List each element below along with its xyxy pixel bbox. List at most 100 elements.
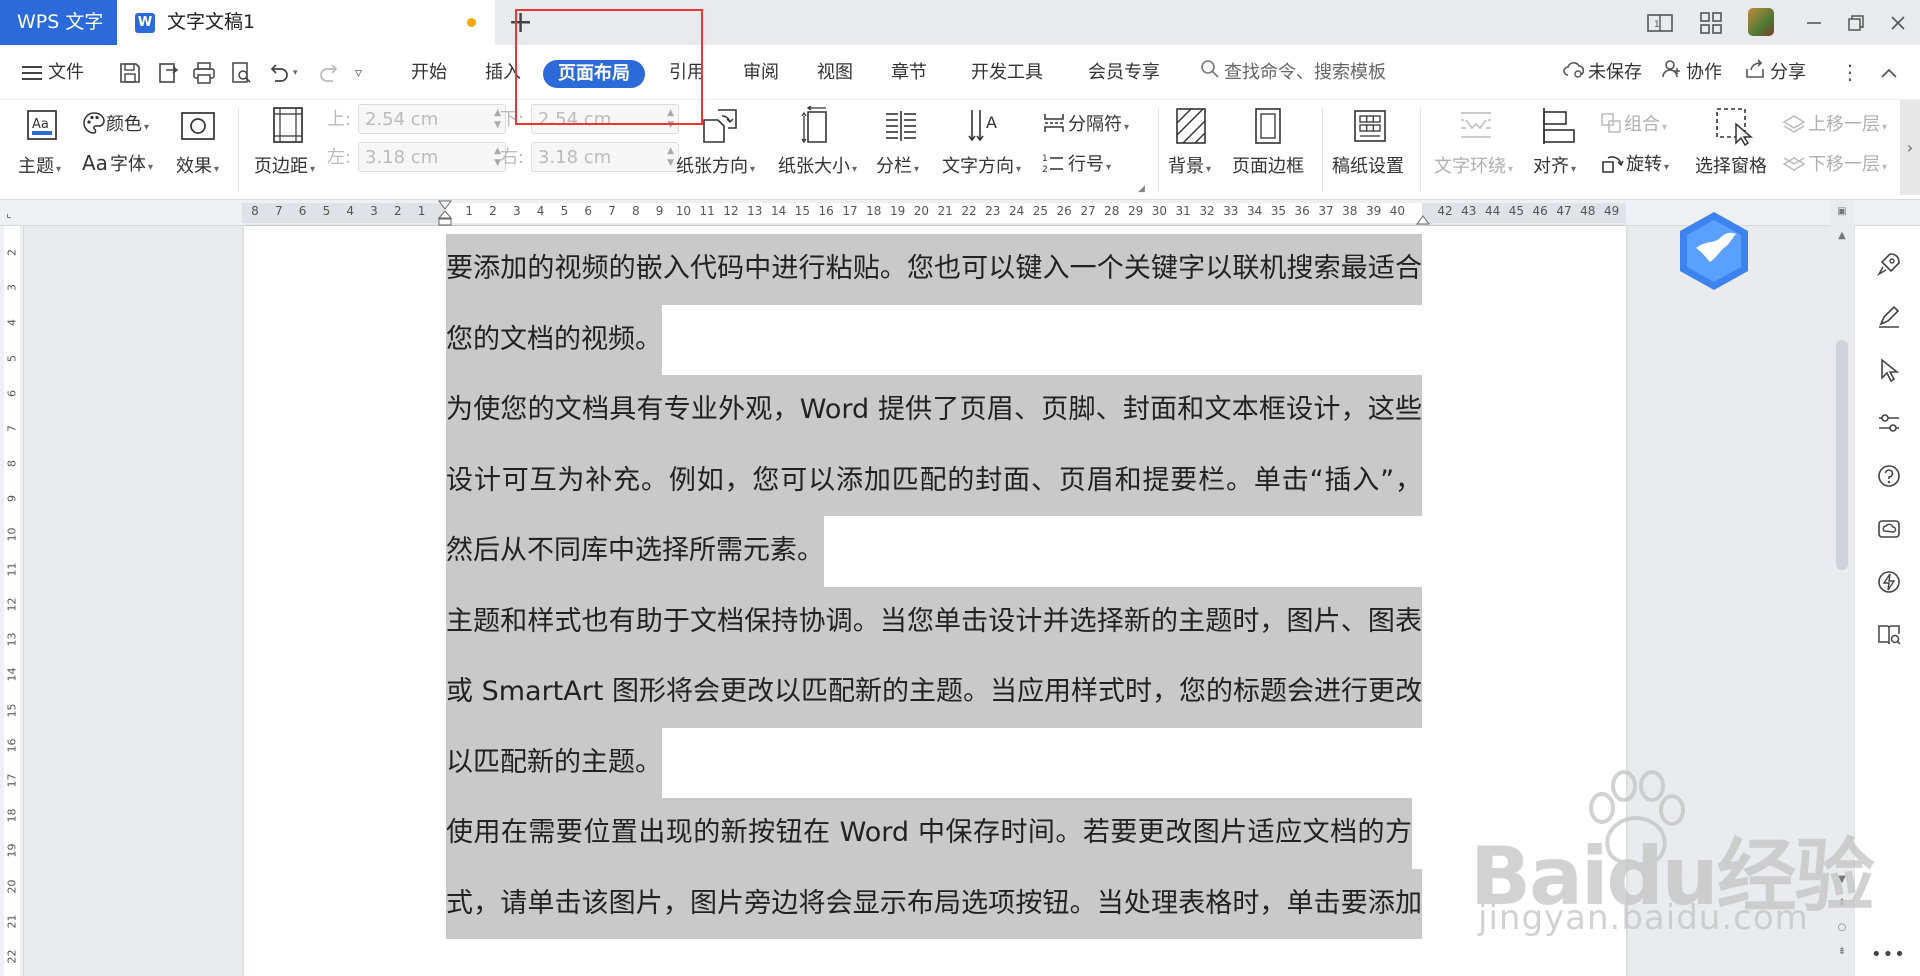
command-search[interactable]: 查找命令、搜索模板 bbox=[1200, 45, 1386, 101]
lightning-icon[interactable] bbox=[1876, 569, 1902, 595]
reading-layout-icon[interactable]: 1 bbox=[1646, 9, 1674, 37]
document-line[interactable]: 以匹配新的主题。 bbox=[446, 727, 1422, 798]
selected-text[interactable]: 或 SmartArt 图形将会更改以匹配新的主题。当应用样式时，您的标题会进行更… bbox=[446, 657, 1422, 728]
tab-home[interactable]: 开始 bbox=[411, 45, 447, 100]
manuscript-paper-icon[interactable] bbox=[1352, 108, 1388, 148]
selected-text[interactable]: 设计可互为补充。例如，您可以添加匹配的封面、页眉和提要栏。单击“插入”， bbox=[446, 445, 1422, 516]
selected-text[interactable]: 以匹配新的主题。 bbox=[446, 727, 662, 798]
tab-chapter[interactable]: 章节 bbox=[891, 45, 927, 100]
selected-text[interactable]: 然后从不同库中选择所需元素。 bbox=[446, 516, 824, 587]
collaborate-button[interactable]: 协作 bbox=[1662, 45, 1722, 101]
paper-size-icon[interactable] bbox=[800, 105, 834, 150]
page-background-icon[interactable] bbox=[1174, 106, 1208, 150]
selected-text[interactable]: 式，请单击该图片，图片旁边将会显示布局选项按钮。当处理表格时，单击要添加 bbox=[446, 868, 1422, 939]
tab-view[interactable]: 视图 bbox=[817, 45, 853, 100]
text-direction-icon[interactable]: A bbox=[966, 106, 1006, 150]
close-icon[interactable] bbox=[1884, 9, 1912, 37]
document-line[interactable]: 式，请单击该图片，图片旁边将会显示布局选项按钮。当处理表格时，单击要添加 bbox=[446, 868, 1422, 939]
theme-button[interactable]: 主题 ▾ bbox=[18, 152, 61, 178]
page-orientation-button[interactable]: 纸张方向 ▾ bbox=[676, 152, 755, 178]
document-line[interactable]: 设计可互为补充。例如，您可以添加匹配的封面、页眉和提要栏。单击“插入”， bbox=[446, 445, 1422, 516]
redo-icon[interactable] bbox=[316, 60, 342, 86]
document-line[interactable]: 为使您的文档具有专业外观，Word 提供了页眉、页脚、封面和文本框设计，这些 bbox=[446, 375, 1422, 446]
tab-stop-selector-icon[interactable]: ⌞ bbox=[6, 206, 12, 220]
document-page[interactable]: 要添加的视频的嵌入代码中进行粘贴。您也可以键入一个关键字以联机搜索最适合 您的文… bbox=[244, 226, 1626, 976]
file-menu[interactable]: 文件 bbox=[22, 45, 84, 100]
rocket-icon[interactable] bbox=[1876, 251, 1902, 277]
document-line[interactable]: 然后从不同库中选择所需元素。 bbox=[446, 516, 1422, 587]
more-options-icon[interactable]: ••• bbox=[1871, 944, 1906, 965]
vertical-ruler[interactable]: 2 3 4 5 6 7 8 9 10 11 12 13 14 15 16 17 18 19 20 21 22 bbox=[0, 226, 24, 976]
print-icon[interactable] bbox=[191, 60, 217, 86]
fonts-button[interactable]: Aa 字体 ▾ bbox=[82, 150, 153, 176]
next-page-icon[interactable]: ⇟ bbox=[1830, 946, 1854, 957]
page-background-button[interactable]: 背景 ▾ bbox=[1168, 152, 1211, 178]
scroll-up-arrow-icon[interactable]: ▲ bbox=[1830, 230, 1854, 241]
cloud-backup-icon[interactable] bbox=[1876, 516, 1902, 542]
breaks-button[interactable]: 分隔符 ▾ bbox=[1042, 110, 1129, 139]
pen-edit-icon[interactable] bbox=[1876, 304, 1902, 330]
effects-icon[interactable] bbox=[180, 110, 216, 146]
align-objects-icon[interactable] bbox=[1540, 106, 1576, 150]
more-vertical-icon[interactable]: ⋮ bbox=[1840, 45, 1860, 100]
selected-text[interactable]: 主题和样式也有助于文档保持协调。当您单击设计并选择新的主题时，图片、图表 bbox=[446, 586, 1422, 657]
collapse-ribbon-icon[interactable] bbox=[1878, 45, 1900, 100]
theme-icon[interactable]: Aa bbox=[25, 108, 59, 146]
ribbon-scroll-right-icon[interactable]: › bbox=[1900, 100, 1920, 195]
print-preview-icon[interactable] bbox=[228, 60, 254, 86]
margin-right-spinner-icon[interactable]: ▲ ▼ bbox=[667, 145, 674, 169]
page-border-icon[interactable] bbox=[1253, 106, 1283, 150]
app-home-tab[interactable]: WPS 文字 bbox=[0, 0, 117, 45]
margin-top-field[interactable]: 上: 2.54 cm ▲ ▼ bbox=[327, 104, 506, 134]
document-line[interactable]: 使用在需要位置出现的新按钮在 Word 中保存时间。若要更改图片适应文档的方 bbox=[446, 798, 1422, 869]
export-pdf-icon[interactable] bbox=[155, 60, 181, 86]
tab-review[interactable]: 审阅 bbox=[743, 45, 779, 100]
undo-dropdown-chevron-icon[interactable]: ▾ bbox=[293, 60, 305, 86]
scrollbar-thumb[interactable] bbox=[1836, 340, 1848, 570]
tab-member[interactable]: 会员专享 bbox=[1088, 45, 1160, 100]
selection-pane-icon[interactable] bbox=[1714, 106, 1754, 150]
margin-right-field[interactable]: 右: 3.18 cm ▲ ▼ bbox=[500, 142, 679, 172]
minimize-icon[interactable] bbox=[1800, 9, 1828, 37]
document-line[interactable]: 您的文档的视频。 bbox=[446, 304, 1422, 375]
selection-pane-button[interactable]: 选择窗格 bbox=[1695, 152, 1767, 178]
unsaved-status[interactable]: 未保存 bbox=[1562, 45, 1642, 101]
rotate-button[interactable]: 旋转 ▾ bbox=[1600, 150, 1669, 179]
margin-left-field[interactable]: 左: 3.18 cm ▲ ▼ bbox=[327, 142, 506, 172]
horizontal-ruler[interactable]: ⌞ 8 7 6 5 4 3 2 1 1 2 3 4 5 6 7 8 9 10 11 12 13 14 15 16 17 18 19 2… bbox=[0, 200, 1920, 226]
document-line[interactable]: 或 SmartArt 图形将会更改以匹配新的主题。当应用样式时，您的标题会进行更… bbox=[446, 657, 1422, 728]
help-question-icon[interactable] bbox=[1876, 463, 1902, 489]
margins-button[interactable]: 页边距 ▾ bbox=[254, 152, 315, 178]
line-numbers-button[interactable]: 12 行号 ▾ bbox=[1042, 150, 1111, 179]
restore-icon[interactable] bbox=[1842, 9, 1870, 37]
columns-icon[interactable] bbox=[883, 108, 919, 148]
selected-text[interactable]: 使用在需要位置出现的新按钮在 Word 中保存时间。若要更改图片适应文档的方 bbox=[446, 798, 1412, 869]
assistant-bird-icon[interactable] bbox=[1676, 210, 1752, 292]
undo-icon[interactable] bbox=[266, 60, 292, 86]
page-setup-dialog-launcher-icon[interactable]: ◢ bbox=[1138, 184, 1145, 194]
document-line[interactable]: 主题和样式也有助于文档保持协调。当您单击设计并选择新的主题时，图片、图表 bbox=[446, 586, 1422, 657]
document-line[interactable]: 要添加的视频的嵌入代码中进行粘贴。您也可以键入一个关键字以联机搜索最适合 bbox=[446, 234, 1422, 305]
book-search-icon[interactable] bbox=[1876, 622, 1902, 648]
columns-button[interactable]: 分栏 ▾ bbox=[876, 152, 919, 178]
share-button[interactable]: 分享 bbox=[1744, 45, 1806, 101]
effects-button[interactable]: 效果 ▾ bbox=[176, 152, 219, 178]
save-icon[interactable] bbox=[117, 60, 143, 86]
document-body[interactable]: 要添加的视频的嵌入代码中进行粘贴。您也可以键入一个关键字以联机搜索最适合 您的文… bbox=[446, 234, 1422, 939]
tab-developer[interactable]: 开发工具 bbox=[971, 45, 1043, 100]
page-border-button[interactable]: 页面边框 bbox=[1232, 152, 1304, 178]
selected-text[interactable]: 要添加的视频的嵌入代码中进行粘贴。您也可以键入一个关键字以联机搜索最适合 bbox=[446, 234, 1422, 305]
colors-button[interactable]: 颜色 ▾ bbox=[82, 110, 149, 140]
selected-text[interactable]: 您的文档的视频。 bbox=[446, 304, 662, 375]
manuscript-paper-button[interactable]: 稿纸设置 bbox=[1332, 152, 1404, 178]
select-cursor-icon[interactable] bbox=[1876, 357, 1902, 383]
text-direction-button[interactable]: 文字方向 ▾ bbox=[942, 152, 1021, 178]
align-objects-button[interactable]: 对齐 ▾ bbox=[1533, 152, 1576, 178]
user-avatar[interactable] bbox=[1748, 8, 1774, 36]
margins-icon[interactable] bbox=[272, 106, 304, 148]
paper-size-button[interactable]: 纸张大小 ▾ bbox=[778, 152, 857, 178]
selected-text[interactable]: 为使您的文档具有专业外观，Word 提供了页眉、页脚、封面和文本框设计，这些 bbox=[446, 375, 1422, 446]
document-tab[interactable]: W 文字文稿1 bbox=[117, 0, 495, 45]
adjust-sliders-icon[interactable] bbox=[1876, 410, 1902, 436]
page-orientation-icon[interactable] bbox=[700, 106, 740, 150]
